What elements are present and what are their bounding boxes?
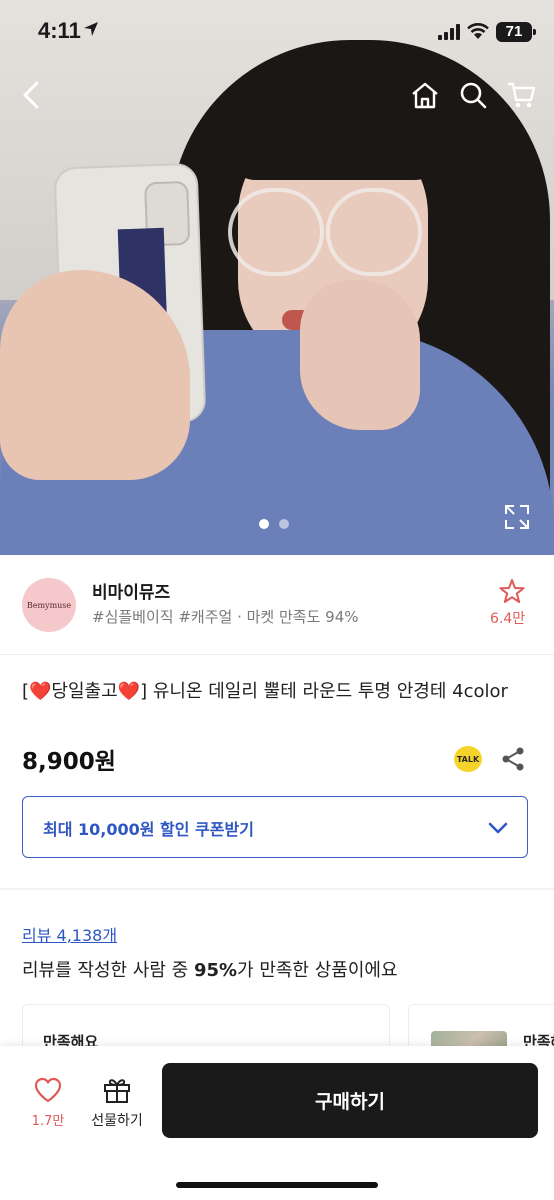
review-summary: 리뷰를 작성한 사람 중 95%가 만족한 상품이에요 <box>22 960 398 981</box>
wifi-icon <box>467 23 489 39</box>
kakao-talk-label: TALK <box>456 754 480 764</box>
heart-icon <box>34 1077 62 1103</box>
chevron-down-icon <box>488 822 508 834</box>
shop-follow-button[interactable] <box>494 578 530 608</box>
cellular-signal-icon <box>438 24 460 40</box>
back-arrow-icon <box>23 81 39 109</box>
back-button[interactable] <box>14 78 48 112</box>
shop-info[interactable]: Bemymuse 비마이뮤즈 #심플베이직 #캐주얼 · 마켓 만족도 94% … <box>0 556 554 655</box>
carousel-dot <box>279 519 289 529</box>
shop-logo-text: Bemymuse <box>26 600 72 610</box>
section-divider <box>0 888 554 890</box>
like-button[interactable]: 1.7만 <box>24 1076 72 1129</box>
gift-label: 선물하기 <box>91 1113 143 1129</box>
search-icon <box>460 82 487 109</box>
like-count: 1.7만 <box>31 1114 65 1129</box>
shop-tags: #심플베이직 #캐주얼 · 마켓 만족도 94% <box>92 608 359 626</box>
product-title: [❤️당일출고❤️] 유니온 데일리 뿔테 라운드 투명 안경테 4color <box>22 681 508 702</box>
star-icon <box>499 579 525 603</box>
gift-button[interactable]: 선물하기 <box>84 1076 150 1130</box>
status-bar: 4:11 71 <box>0 0 554 64</box>
kakao-talk-button[interactable]: TALK <box>454 746 482 772</box>
shop-avatar[interactable]: Bemymuse <box>22 578 76 632</box>
home-indicator <box>176 1182 378 1188</box>
location-arrow-icon <box>84 22 98 36</box>
carousel-dot-active <box>259 519 269 529</box>
bottom-action-bar: 1.7만 선물하기 구매하기 <box>0 1046 554 1200</box>
carousel-indicator <box>259 519 289 529</box>
review-count-link[interactable]: 리뷰 4,138개 <box>22 922 117 946</box>
shop-name[interactable]: 비마이뮤즈 <box>92 578 170 603</box>
coupon-label: 최대 10,000원 할인 쿠폰받기 <box>43 820 254 839</box>
share-icon[interactable] <box>500 746 526 772</box>
review-percent: 95% <box>193 960 238 981</box>
gift-icon <box>104 1079 130 1103</box>
status-time: 4:11 <box>38 18 81 43</box>
home-icon <box>412 82 438 109</box>
buy-button[interactable]: 구매하기 <box>162 1063 538 1138</box>
battery-indicator: 71 <box>496 22 536 42</box>
home-button[interactable] <box>408 78 442 112</box>
search-button[interactable] <box>456 78 490 112</box>
coupon-button[interactable]: 최대 10,000원 할인 쿠폰받기 <box>22 796 528 858</box>
shop-follow-count: 6.4만 <box>490 611 526 627</box>
expand-icon[interactable] <box>504 504 530 530</box>
cart-button[interactable] <box>504 78 538 112</box>
product-price: 8,900원 <box>22 749 116 775</box>
cart-icon <box>508 82 536 108</box>
